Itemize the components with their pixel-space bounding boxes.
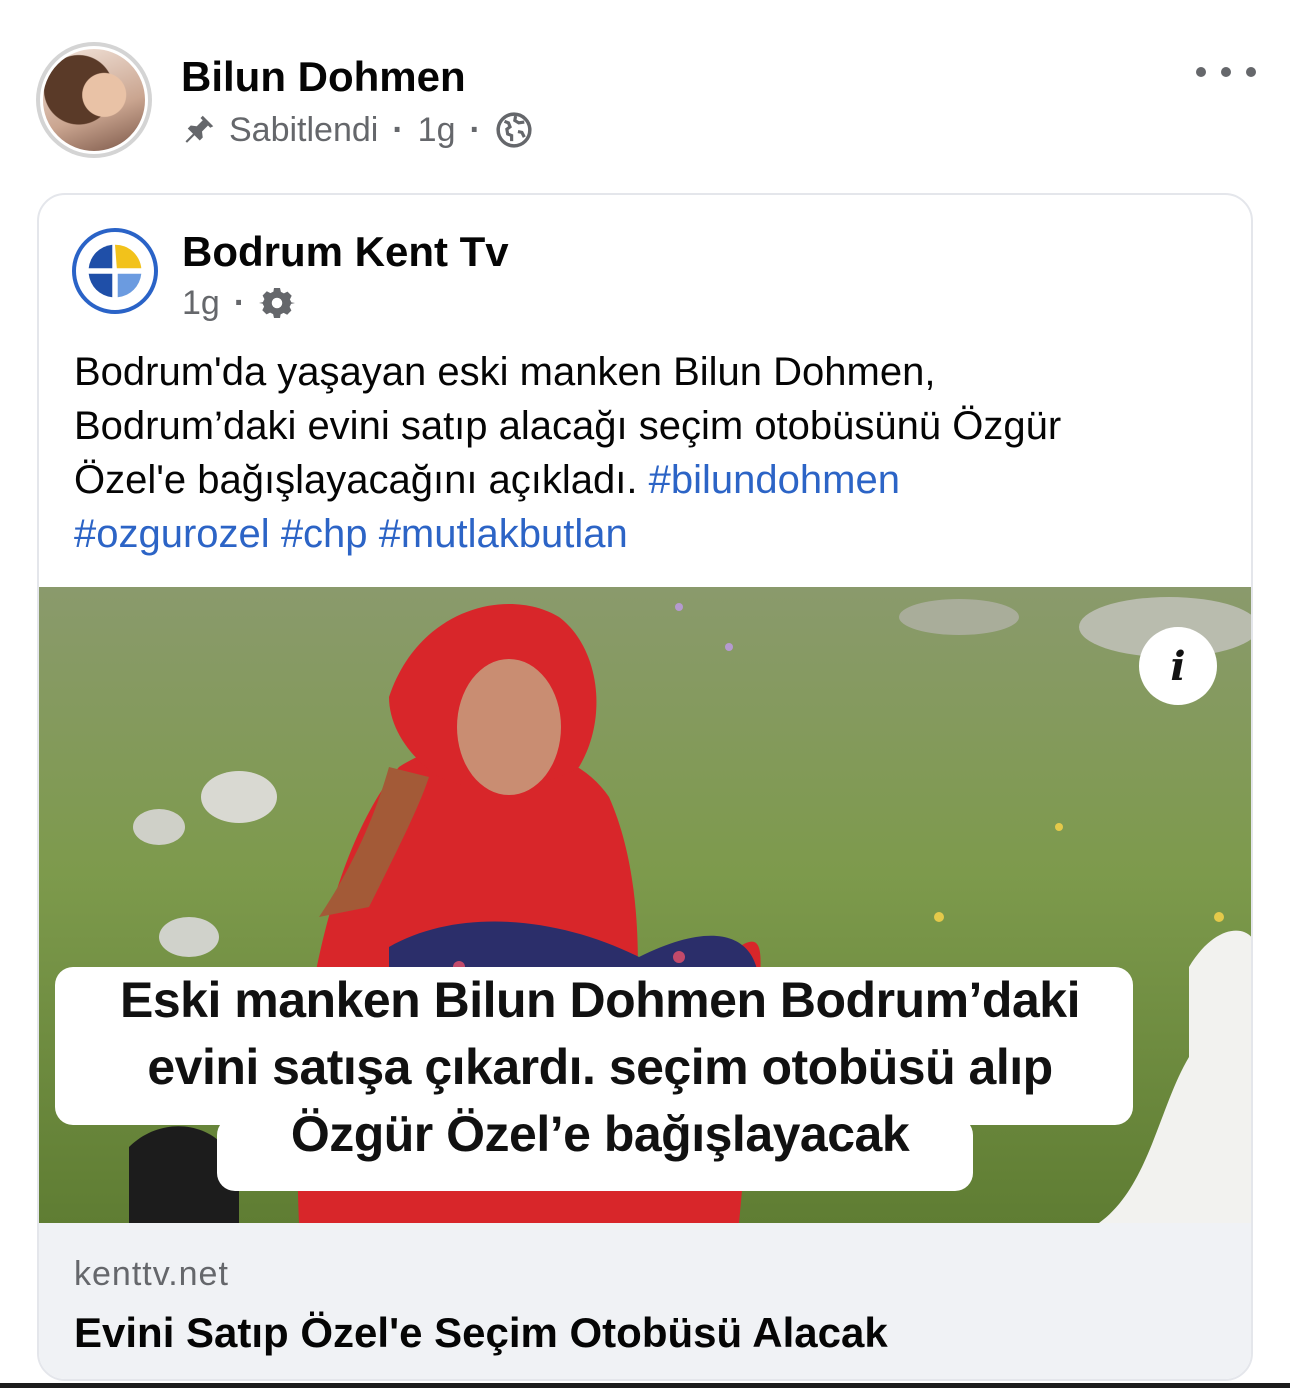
hashtag-link[interactable]: #chp (281, 512, 368, 556)
post-text: Bodrum'da yaşayan eski manken Bilun Dohm… (74, 345, 1224, 561)
pinned-label: Sabitlendi (229, 110, 379, 149)
hashtag-link[interactable]: #mutlakbutlan (379, 512, 628, 556)
caption-line: evini satışa çıkardı. seçim otobüsü alıp (147, 1039, 1053, 1095)
author-avatar[interactable] (36, 42, 152, 158)
shared-post-meta: 1g · (182, 283, 296, 323)
post-text-line: Özel'e bağışlayacağını açıkladı. #bilund… (74, 453, 1224, 507)
image-caption: Eski manken Bilun Dohmen Bodrum’daki evi… (55, 967, 1145, 1168)
post-text-line: #ozgurozel #chp #mutlakbutlan (74, 507, 1224, 561)
meta-separator: · (469, 110, 481, 149)
shared-post-card[interactable]: Bodrum Kent Tv 1g · Bodrum'da yaşayan es… (37, 193, 1253, 1381)
more-dot (1221, 67, 1231, 77)
pin-icon (185, 115, 214, 143)
meta-separator: · (233, 283, 246, 322)
gear-icon (259, 288, 296, 318)
link-title[interactable]: Evini Satıp Özel'e Seçim Otobüsü Alacak (74, 1309, 888, 1357)
post-text-line: Bodrum'da yaşayan eski manken Bilun Dohm… (74, 350, 936, 394)
more-options-button[interactable] (1196, 52, 1256, 92)
info-button[interactable]: i (1139, 627, 1217, 705)
page-name[interactable]: Bodrum Kent Tv (182, 227, 509, 277)
post-text-fragment: Özel'e bağışlayacağını açıkladı. (74, 458, 649, 502)
caption-line: Eski manken Bilun Dohmen Bodrum’daki (120, 972, 1080, 1028)
hashtag-link[interactable]: #ozgurozel (74, 512, 270, 556)
link-domain: kenttv.net (74, 1255, 229, 1293)
page-avatar[interactable] (72, 228, 158, 314)
link-preview-footer[interactable]: kenttv.net Evini Satıp Özel'e Seçim Otob… (39, 1223, 1251, 1379)
post-meta: Sabitlendi · 1g · (181, 110, 533, 150)
shared-post-time[interactable]: 1g (182, 284, 220, 323)
more-dot (1196, 67, 1206, 77)
hashtag-link[interactable]: #bilundohmen (649, 458, 900, 502)
post-text-line: Bodrum’daki evini satıp alacağı seçim ot… (74, 404, 1062, 448)
meta-separator: · (392, 110, 404, 149)
more-dot (1246, 67, 1256, 77)
bottom-divider (0, 1383, 1290, 1388)
author-name[interactable]: Bilun Dohmen (181, 52, 466, 102)
author-avatar-photo (40, 46, 148, 154)
link-preview-image[interactable]: Eski manken Bilun Dohmen Bodrum’daki evi… (39, 587, 1251, 1223)
post-header: Bilun Dohmen Sabitlendi · 1g · (0, 0, 1290, 180)
post-time[interactable]: 1g (418, 111, 456, 150)
globe-icon[interactable] (495, 111, 533, 149)
caption-line: Özgür Özel’e bağışlayacak (290, 1106, 910, 1162)
